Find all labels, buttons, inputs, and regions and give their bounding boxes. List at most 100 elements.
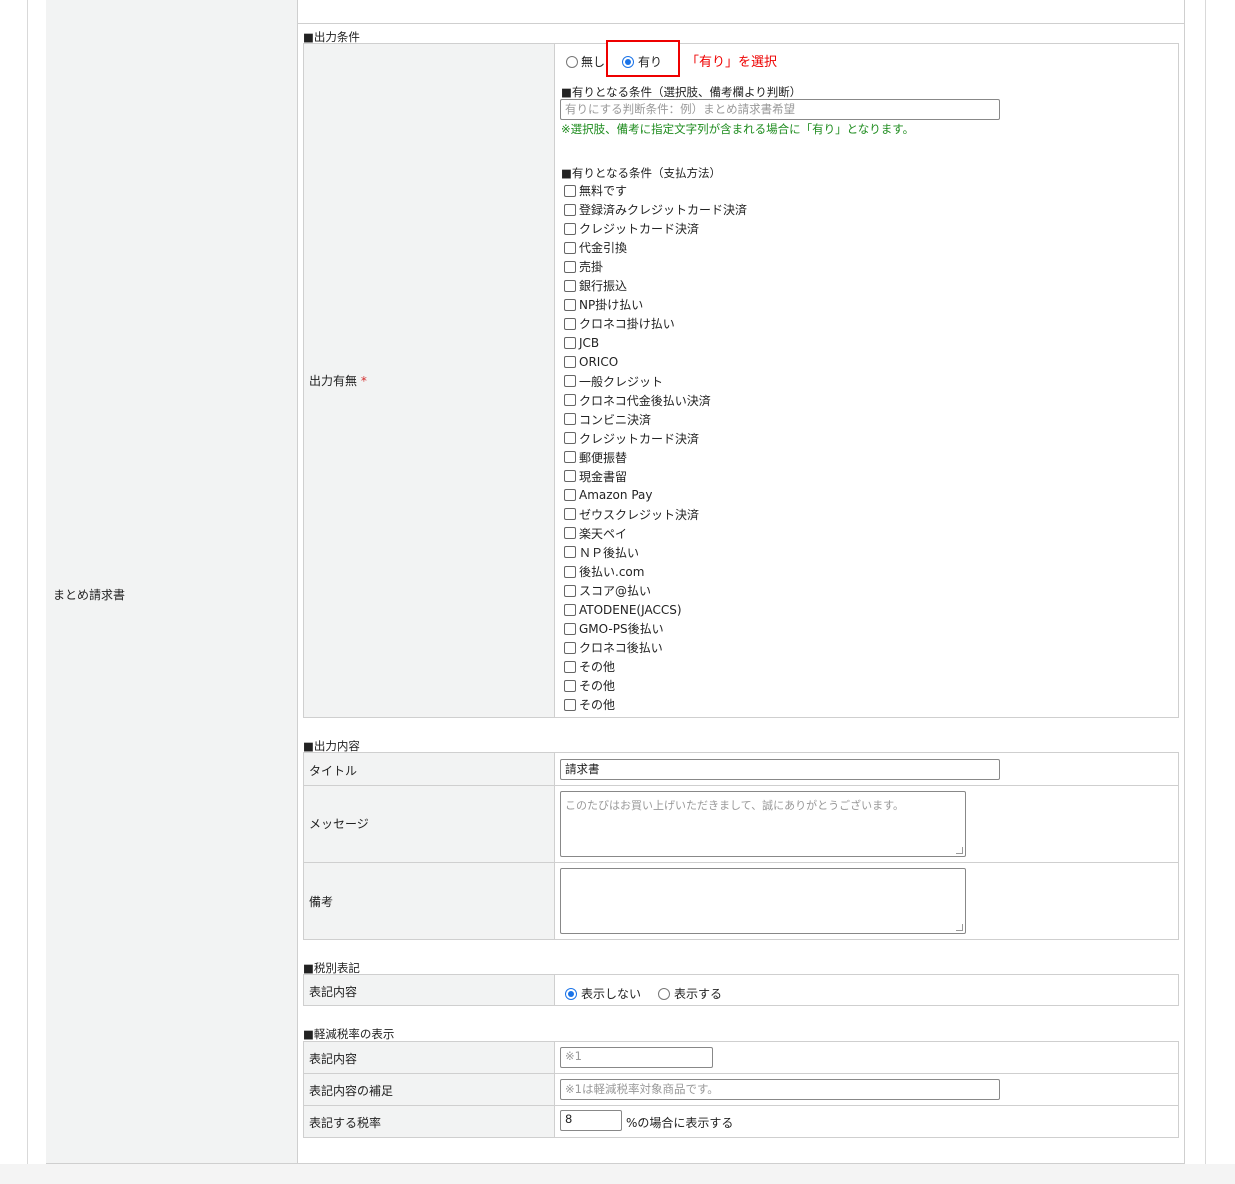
payment-method-option[interactable]: クロネコ掛け払い xyxy=(564,314,675,333)
payment-method-option[interactable]: 無料です xyxy=(564,181,627,200)
reduced-content-input[interactable]: ※1 xyxy=(560,1047,713,1068)
payment-method-option[interactable]: GMO-PS後払い xyxy=(564,619,664,638)
row-divider xyxy=(304,1105,1178,1106)
payment-method-option[interactable]: Amazon Pay xyxy=(564,486,652,505)
radio-yes[interactable] xyxy=(622,55,634,68)
payment-method-checkbox[interactable] xyxy=(564,279,576,292)
payment-method-checkbox[interactable] xyxy=(564,622,576,635)
payment-method-label: 後払い.com xyxy=(579,565,645,579)
reduced-supplement-label: 表記内容の補足 xyxy=(309,1084,394,1098)
radio-yes-option[interactable]: 有り xyxy=(622,53,662,70)
remarks-textarea[interactable] xyxy=(560,868,966,934)
payment-method-label: その他 xyxy=(579,679,616,694)
payment-method-option[interactable]: 代金引換 xyxy=(564,238,627,257)
payment-method-checkbox[interactable] xyxy=(564,470,576,483)
condition-remarks-input[interactable]: 有りにする判断条件：例）まとめ請求書希望 xyxy=(560,99,1000,120)
payment-method-checkbox[interactable] xyxy=(564,508,576,521)
payment-method-option[interactable]: ゼウスクレジット決済 xyxy=(564,505,699,524)
title-input[interactable]: 請求書 xyxy=(560,759,1000,780)
radio-none-option[interactable]: 無し xyxy=(566,53,605,70)
payment-method-checkbox[interactable] xyxy=(564,679,576,692)
tax-rate-suffix: %の場合に表示する xyxy=(626,1116,734,1130)
payment-method-option[interactable]: スコア@払い xyxy=(564,581,651,600)
resize-handle-icon[interactable] xyxy=(956,924,963,931)
payment-method-option[interactable]: その他 xyxy=(564,657,615,676)
payment-method-label: Amazon Pay xyxy=(579,488,653,503)
condition-note: ※選択肢、備考に指定文字列が含まれる場合に「有り」となります。 xyxy=(561,122,915,136)
payment-method-option[interactable]: 登録済みクレジットカード決済 xyxy=(564,200,747,219)
payment-method-option[interactable]: クロネコ後払い xyxy=(564,638,663,657)
payment-method-label: 売掛 xyxy=(579,260,604,275)
payment-method-option[interactable]: 後払い.com xyxy=(564,562,644,581)
tax-show-option[interactable]: 表示する xyxy=(658,985,722,1002)
payment-method-option[interactable]: 現金書留 xyxy=(564,467,627,486)
tax-rate-input[interactable]: 8 xyxy=(560,1110,622,1131)
payment-method-checkbox[interactable] xyxy=(564,698,576,711)
payment-method-option[interactable]: 一般クレジット xyxy=(564,372,663,391)
payment-method-checkbox[interactable] xyxy=(564,660,576,673)
payment-method-label: ORICO xyxy=(579,354,619,369)
payment-method-option[interactable]: 郵便振替 xyxy=(564,448,627,467)
payment-method-checkbox[interactable] xyxy=(564,565,576,578)
payment-method-option[interactable]: 銀行振込 xyxy=(564,276,627,295)
payment-method-option[interactable]: クレジットカード決済 xyxy=(564,429,699,448)
payment-method-checkbox[interactable] xyxy=(564,203,576,216)
payment-method-option[interactable]: ＮＰ後払い xyxy=(564,543,639,562)
payment-method-label: ＮＰ後払い xyxy=(579,545,640,560)
payment-method-option[interactable]: 楽天ペイ xyxy=(564,524,627,543)
condition-remarks-title: ■有りとなる条件（選択肢、備考欄より判断） xyxy=(561,85,802,99)
payment-method-label: NP掛け払い xyxy=(579,298,644,313)
payment-method-checkbox[interactable] xyxy=(564,260,576,273)
payment-method-option[interactable]: ATODENE(JACCS) xyxy=(564,600,682,619)
payment-method-option[interactable]: その他 xyxy=(564,695,615,714)
payment-method-checkbox[interactable] xyxy=(564,336,576,349)
payment-method-checkbox[interactable] xyxy=(564,222,576,235)
payment-method-label: 無料です xyxy=(579,184,628,198)
payment-method-checkbox[interactable] xyxy=(564,546,576,559)
radio-none[interactable] xyxy=(566,55,578,68)
tax-show-radio[interactable] xyxy=(658,987,670,1000)
resize-handle-icon[interactable] xyxy=(956,847,963,854)
reduced-supplement-input[interactable]: ※1は軽減税率対象商品です。 xyxy=(560,1079,1000,1100)
payment-method-checkbox[interactable] xyxy=(564,241,576,254)
payment-method-checkbox[interactable] xyxy=(564,584,576,597)
payment-method-checkbox[interactable] xyxy=(564,394,576,407)
page-border-left xyxy=(27,0,28,1184)
payment-method-checkbox[interactable] xyxy=(564,317,576,330)
row-divider xyxy=(304,785,1178,786)
output-flag-label: 出力有無 * xyxy=(309,372,367,389)
radio-none-label: 無し xyxy=(581,55,606,69)
payment-method-option[interactable]: その他 xyxy=(564,676,615,695)
payment-method-checkbox[interactable] xyxy=(564,432,576,445)
payment-method-label: コンビニ決済 xyxy=(579,412,652,427)
payment-method-checkbox[interactable] xyxy=(564,413,576,426)
payment-method-option[interactable]: JCB xyxy=(564,333,599,352)
payment-method-option[interactable]: クロネコ代金後払い決済 xyxy=(564,391,711,410)
tax-hide-label: 表示しない xyxy=(581,987,642,1001)
row-label: まとめ請求書 xyxy=(53,588,126,602)
payment-method-checkbox[interactable] xyxy=(564,355,576,368)
tax-hide-option[interactable]: 表示しない xyxy=(565,985,641,1002)
payment-method-option[interactable]: コンビニ決済 xyxy=(564,410,651,429)
payment-method-label: クロネコ後払い xyxy=(579,641,663,656)
payment-method-option[interactable]: クレジットカード決済 xyxy=(564,219,699,238)
required-mark: * xyxy=(360,374,367,388)
tax-hide-radio[interactable] xyxy=(565,987,577,1000)
payment-method-checkbox[interactable] xyxy=(564,603,576,616)
reduced-tax-title: ■軽減税率の表示 xyxy=(303,1027,395,1041)
row-divider xyxy=(304,1073,1178,1074)
payment-method-checkbox[interactable] xyxy=(564,184,576,197)
payment-method-checkbox[interactable] xyxy=(564,527,576,540)
payment-method-label: その他 xyxy=(579,698,616,713)
payment-method-checkbox[interactable] xyxy=(564,451,576,464)
payment-method-checkbox[interactable] xyxy=(564,489,576,502)
payment-method-label: 郵便振替 xyxy=(579,450,628,465)
payment-method-checkbox[interactable] xyxy=(564,375,576,387)
message-textarea[interactable]: このたびはお買い上げいただきまして、誠にありがとうございます。 xyxy=(560,791,966,857)
payment-method-checkbox[interactable] xyxy=(564,298,576,311)
payment-method-option[interactable]: 売掛 xyxy=(564,257,603,276)
payment-method-option[interactable]: ORICO xyxy=(564,352,618,371)
page-bottom-band xyxy=(0,1164,1235,1184)
payment-method-checkbox[interactable] xyxy=(564,641,576,654)
payment-method-option[interactable]: NP掛け払い xyxy=(564,295,643,314)
